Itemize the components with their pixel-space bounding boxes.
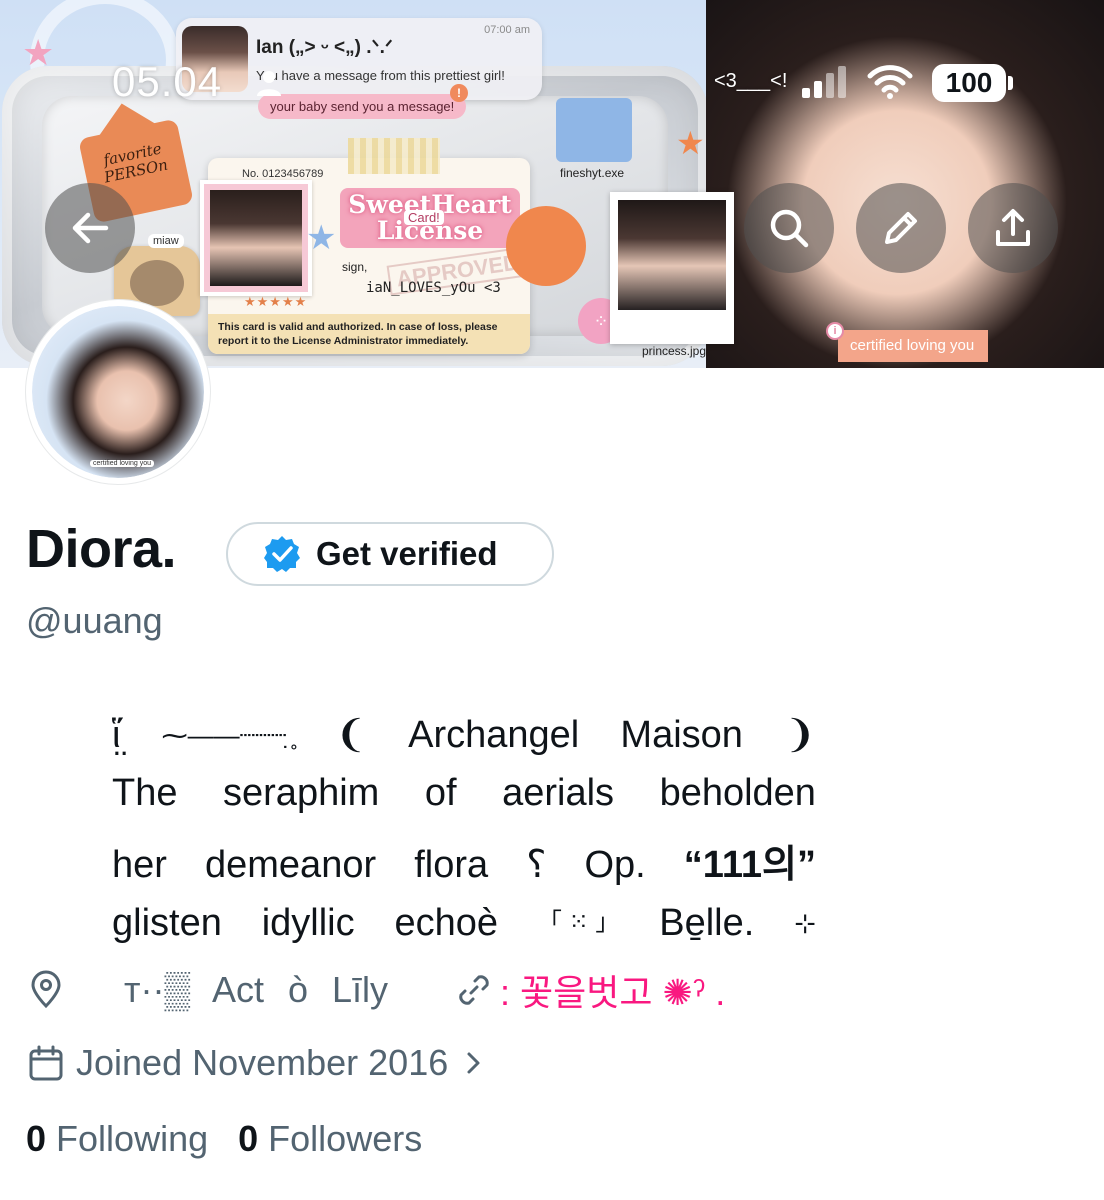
bio-word: Maison — [620, 714, 743, 756]
bio-line: ἵ̤ ⁓――┈┈┈ ̥̣ ❨ Archangel Maison ❩ — [112, 706, 816, 764]
bio-word: Op. — [584, 844, 646, 886]
star-decoration: ★ — [306, 219, 337, 257]
focus-person-icon — [257, 71, 281, 96]
bio-word: ❨ — [335, 714, 367, 756]
license-card-tag: Card! — [404, 210, 444, 225]
back-button[interactable] — [45, 183, 135, 273]
bio-word: 「 ⁙ 」 — [537, 909, 620, 936]
following-label: Following — [56, 1118, 209, 1159]
bio-word: beholden — [659, 772, 816, 814]
banner-notification: Ian („> ᵕ <„) .ᐠ.ᐟ 07:00 am You have a m… — [176, 18, 542, 100]
search-icon — [770, 209, 809, 248]
signal-icon — [802, 66, 846, 98]
bio-word: The — [112, 772, 178, 814]
tape-decoration — [348, 138, 440, 174]
polaroid-label: princess.jpg — [642, 344, 707, 358]
profile-link[interactable]: : 꽃을벗고 ✺ˀ . — [500, 964, 725, 1016]
following-link[interactable]: 0 Following — [26, 1118, 208, 1160]
bio-word: ⸮ — [526, 844, 547, 886]
edit-button[interactable] — [856, 183, 946, 273]
bio-word: Be̱lle. — [659, 902, 755, 944]
profile-handle: @uuang — [26, 600, 163, 641]
share-button[interactable] — [968, 183, 1058, 273]
status-time: 05.04 — [112, 58, 223, 105]
bio-word: glisten — [112, 902, 222, 944]
license-photo — [200, 180, 312, 296]
wifi-icon — [867, 65, 913, 99]
bio-line: The seraphim of aerials beholden — [112, 764, 816, 822]
bio-word: aerials — [502, 772, 615, 814]
flower-sticker — [506, 206, 586, 286]
carrier-name: <3___<! — [714, 70, 788, 92]
alert-badge: ! — [450, 84, 468, 102]
location-pin-icon — [31, 970, 61, 1009]
get-verified-label: Get verified — [316, 535, 498, 572]
license-number: No. 0123456789 — [242, 168, 324, 180]
bio-line: her demeanor flora ⸮ Op. “111의” — [112, 836, 816, 894]
bio-word: “111의” — [683, 844, 816, 886]
avatar-caption: certified loving you — [90, 460, 154, 467]
bio-word: ⊹ — [794, 908, 816, 938]
bio-word: idyllic — [261, 902, 355, 944]
share-icon — [996, 209, 1030, 246]
license-fine-print: This card is valid and authorized. In ca… — [218, 321, 498, 347]
followers-count: 0 — [238, 1118, 259, 1159]
chevron-right-icon — [467, 1052, 480, 1074]
license-card: No. 0123456789 SweetHeart License Card! … — [200, 138, 530, 354]
bio-word: of — [424, 772, 457, 814]
calendar-icon — [29, 1045, 63, 1081]
display-name: Diora. — [26, 519, 177, 579]
license-signature: iaN_LOVES_yOu <3 — [366, 280, 501, 296]
info-dot: i — [826, 322, 844, 340]
profile-location: ᴛ··▒ Act ò Līly — [124, 969, 389, 1010]
license-sign-label: sign, — [342, 260, 368, 274]
edit-pencil-icon — [885, 212, 917, 244]
star-decoration: ★ — [676, 125, 705, 161]
bio-word: ❩ — [784, 714, 816, 756]
message-pill: your baby send you a message! — [258, 94, 467, 119]
followers-label: Followers — [268, 1118, 423, 1159]
back-arrow-icon — [72, 212, 109, 244]
license-stars: ★★★★★ — [244, 294, 308, 309]
verified-badge-icon — [264, 536, 300, 572]
profile-avatar[interactable]: certified loving you — [26, 300, 210, 484]
follow-stats: 0 Following 0 Followers — [26, 1118, 452, 1160]
profile-meta: ᴛ··▒ Act ò Līly : 꽃을벗고 ✺ˀ . — [26, 964, 725, 1016]
battery-indicator: 100 — [932, 64, 1014, 102]
bio-line: glisten idyllic echoè 「 ⁙ 」 Be̱lle. ⊹ — [112, 894, 816, 952]
bio-word: Archangel — [408, 714, 580, 756]
folder-label: fineshyt.exe — [560, 166, 625, 180]
miaw-label: miaw — [148, 234, 184, 248]
certified-tag: certified loving you — [838, 330, 988, 362]
get-verified-button[interactable]: Get verified — [226, 522, 554, 586]
bio-word: demeanor — [205, 844, 377, 886]
notification-body: You have a message from this prettiest g… — [256, 68, 505, 83]
bio-word: seraphim — [223, 772, 380, 814]
bio-word: her — [112, 844, 167, 886]
profile-bio: ἵ̤ ⁓――┈┈┈ ̥̣ ❨ Archangel Maison ❩ The se… — [112, 706, 816, 952]
folder-icon — [556, 98, 632, 162]
bio-word: ἵ̤ — [112, 714, 121, 756]
join-date-row[interactable]: Joined November 2016 — [26, 1038, 496, 1088]
notification-sender: Ian („> ᵕ <„) .ᐠ.ᐟ — [256, 37, 393, 58]
notification-time: 07:00 am — [484, 24, 530, 36]
following-count: 0 — [26, 1118, 47, 1159]
followers-link[interactable]: 0 Followers — [238, 1118, 422, 1160]
join-date: Joined November 2016 — [76, 1042, 449, 1083]
search-button[interactable] — [744, 183, 834, 273]
bio-word: ⁓――┈┈┈ ̥̣ — [161, 720, 294, 750]
link-icon — [459, 975, 489, 1005]
bio-word: echoè — [394, 902, 499, 944]
battery-level: 100 — [945, 67, 993, 98]
bio-word: flora — [414, 844, 489, 886]
polaroid-photo — [610, 192, 734, 344]
